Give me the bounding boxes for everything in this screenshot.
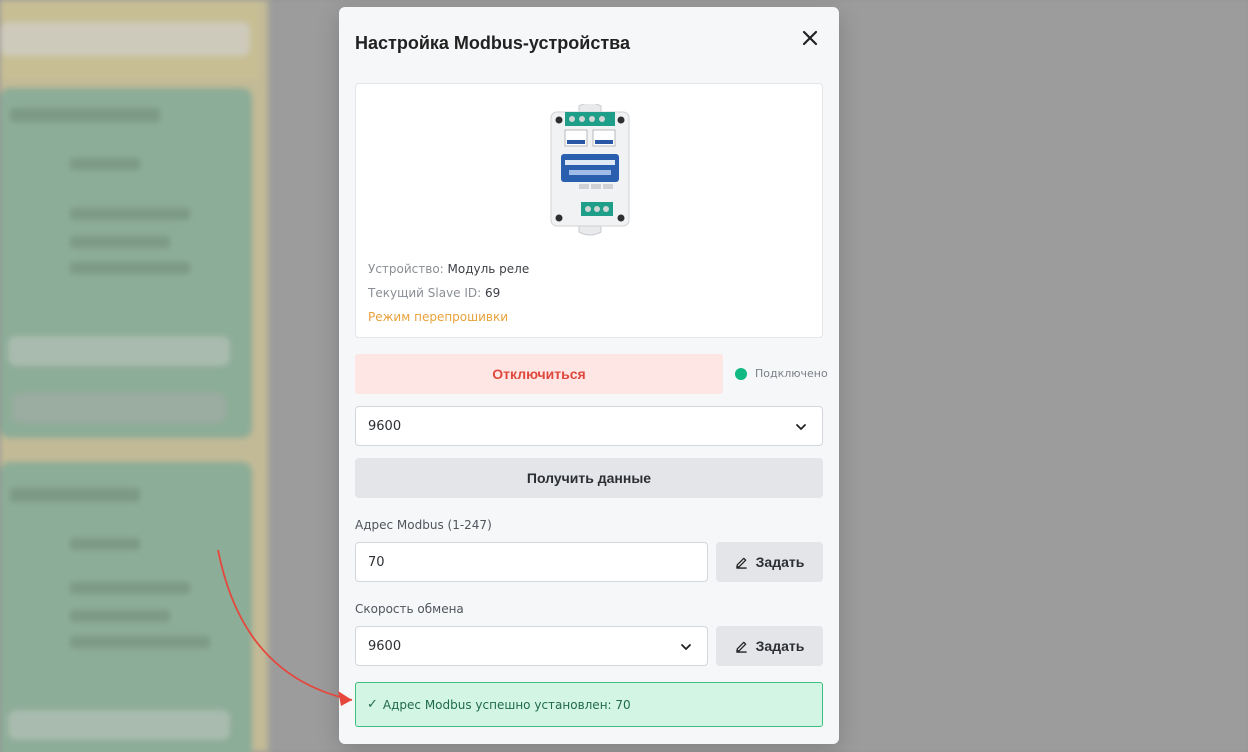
chevron-down-icon — [796, 424, 806, 430]
speed-value: 9600 — [368, 638, 402, 654]
chevron-down-icon — [681, 644, 691, 650]
modbus-settings-modal: Настройка Modbus-устройства Устройство: … — [339, 7, 839, 744]
pencil-icon — [735, 641, 747, 653]
device-info-card: Устройство: Модуль реле Текущий Slave ID… — [355, 83, 823, 338]
slave-id-value: 69 — [485, 286, 501, 300]
disconnect-button[interactable]: Отключиться — [355, 354, 723, 394]
address-input[interactable]: 70 — [355, 542, 708, 582]
relay-module-image — [550, 104, 630, 236]
check-icon: ✓ — [367, 697, 378, 712]
speed-select[interactable]: 9600 — [355, 626, 708, 666]
success-alert: ✓ Адрес Modbus успешно установлен: 70 — [355, 682, 823, 727]
close-icon — [802, 30, 818, 46]
connection-status: Подключено — [735, 367, 828, 380]
address-label: Адрес Modbus (1-247) — [355, 518, 492, 532]
status-dot-icon — [735, 367, 747, 380]
flash-mode-link[interactable]: Режим перепрошивки — [368, 310, 508, 324]
device-name-line: Устройство: Модуль реле — [368, 262, 530, 276]
modal-title: Настройка Modbus-устройства — [355, 33, 631, 53]
set-speed-button[interactable]: Задать — [716, 626, 823, 666]
get-data-button[interactable]: Получить данные — [355, 458, 823, 498]
port-baud-value: 9600 — [368, 418, 402, 434]
set-address-label: Задать — [755, 554, 805, 570]
slave-id-line: Текущий Slave ID: 69 — [368, 286, 501, 300]
status-text: Подключено — [755, 367, 828, 380]
close-button[interactable] — [799, 27, 821, 49]
set-address-button[interactable]: Задать — [716, 542, 823, 582]
set-speed-label: Задать — [755, 638, 805, 654]
pencil-icon — [735, 557, 747, 569]
address-value: 70 — [368, 554, 385, 570]
success-message: Адрес Modbus успешно установлен: 70 — [382, 697, 631, 712]
device-name-value: Модуль реле — [447, 262, 530, 276]
speed-label: Скорость обмена — [355, 602, 464, 616]
port-baud-select[interactable]: 9600 — [355, 406, 823, 446]
